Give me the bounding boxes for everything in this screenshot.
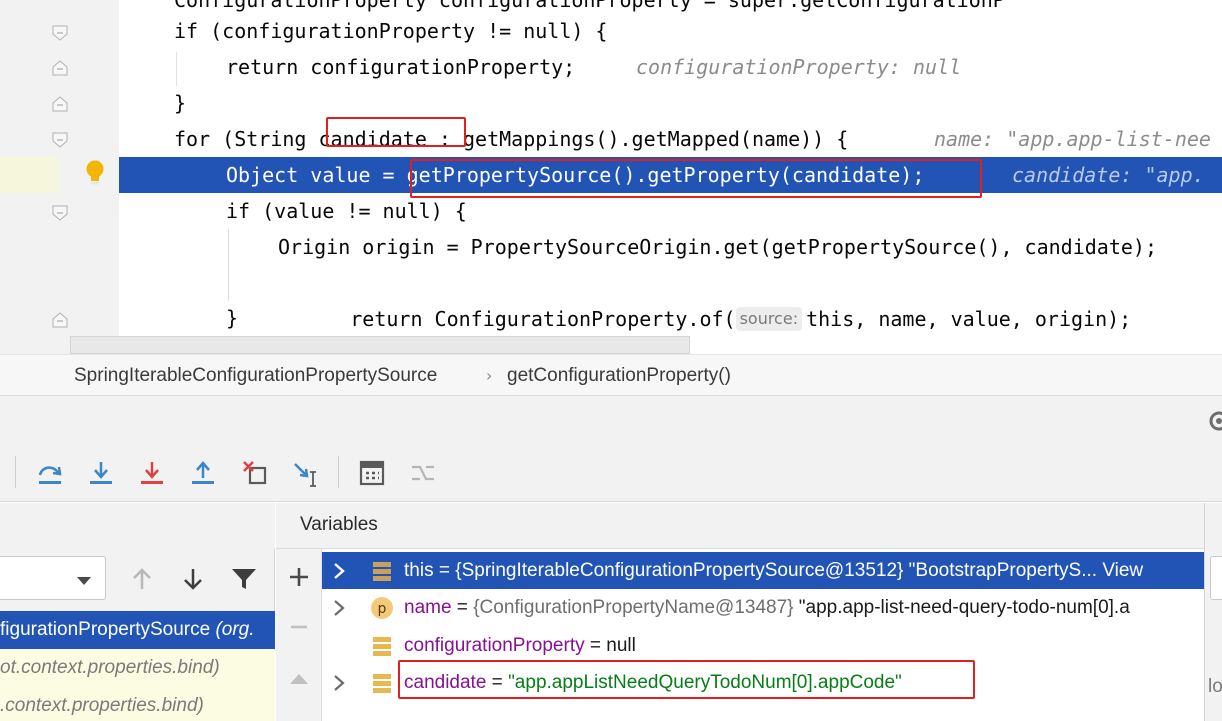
toolbar-separator	[15, 456, 16, 488]
code-line: if (configurationProperty != null) {	[0, 13, 1222, 49]
fold-end-icon[interactable]	[51, 312, 69, 328]
filter-icon[interactable]	[228, 562, 260, 596]
variables-title: Variables	[300, 514, 378, 535]
chevron-down-icon[interactable]	[76, 572, 92, 585]
field-list-icon	[370, 634, 394, 658]
fold-end-icon[interactable]	[51, 60, 69, 76]
chevron-right-icon: ›	[486, 366, 493, 385]
code-text: return configurationProperty;	[226, 55, 576, 79]
variable-name: name	[404, 597, 452, 618]
code-text: Origin origin = PropertySourceOrigin.get…	[278, 235, 1157, 259]
trace-stream-icon[interactable]	[406, 456, 440, 490]
run-to-cursor-icon[interactable]	[289, 456, 323, 490]
lightbulb-icon[interactable]	[84, 159, 106, 187]
move-up-icon[interactable]	[284, 664, 314, 694]
code-text: if (configurationProperty != null) {	[174, 19, 608, 43]
code-text: }	[226, 306, 239, 330]
frames-header	[0, 503, 275, 549]
chevron-right-icon[interactable]	[332, 664, 348, 701]
fold-marker-icon[interactable]	[51, 132, 69, 148]
inline-debug-value: name: "app.app-list-nee	[934, 127, 1211, 151]
variables-header	[276, 503, 1204, 549]
variable-extra: "BootstrapPropertyS... View	[903, 560, 1144, 581]
annotation-box	[326, 117, 466, 147]
frame-label: figurationPropertySource	[0, 619, 211, 640]
right-panel-text: lo	[1208, 676, 1222, 697]
inline-debug-value: candidate: "app.	[1012, 163, 1205, 187]
code-text: }	[174, 91, 187, 115]
field-list-icon	[370, 559, 394, 583]
code-line: if (value != null) {	[0, 193, 1222, 229]
variable-value: {SpringIterableConfigurationPropertySour…	[455, 560, 904, 581]
toolbar-separator	[338, 456, 339, 488]
fold-end-icon[interactable]	[51, 96, 69, 112]
gear-icon[interactable]	[1208, 408, 1222, 434]
code-line: return configurationProperty; configurat…	[0, 49, 1222, 85]
variable-value: {ConfigurationPropertyName@13487}	[473, 597, 794, 618]
debug-tool-window-header	[0, 396, 1222, 444]
breadcrumb: SpringIterableConfigurationPropertySourc…	[0, 354, 1222, 396]
code-line: Origin origin = PropertySourceOrigin.get…	[0, 229, 1222, 265]
calculator-icon[interactable]	[355, 456, 389, 490]
code-text: for (String candidate : getMappings().ge…	[174, 127, 849, 151]
arrow-down-icon[interactable]	[177, 562, 209, 596]
frame-item[interactable]: .context.properties.bind)	[0, 687, 275, 721]
variable-name: configurationProperty	[404, 635, 585, 656]
frame-package: (org.	[215, 619, 255, 640]
inline-debug-value: configurationProperty: null	[636, 55, 962, 79]
chevron-right-icon[interactable]	[332, 552, 348, 589]
remove-watch-icon[interactable]	[284, 612, 314, 642]
parameter-icon: p	[370, 596, 394, 620]
code-editor[interactable]: ConfigurationProperty configurationPrope…	[0, 0, 1222, 354]
execution-point-gutter	[0, 157, 58, 193]
code-line: return ConfigurationProperty.of(source: t…	[0, 265, 1222, 331]
code-line: }	[0, 85, 1222, 121]
frame-label: ot.context.properties.bind)	[0, 657, 220, 678]
equals-sign: =	[584, 635, 607, 656]
step-over-icon[interactable]	[33, 456, 67, 490]
variable-row[interactable]: p name = {ConfigurationPropertyName@1348…	[322, 589, 1204, 626]
breadcrumb-class[interactable]: SpringIterableConfigurationPropertySourc…	[74, 355, 437, 397]
fold-marker-icon[interactable]	[51, 25, 69, 41]
svg-text:p: p	[378, 601, 387, 617]
variable-value: null	[606, 635, 636, 656]
drop-frame-icon[interactable]	[238, 456, 272, 490]
debug-toolbar	[0, 444, 1222, 502]
annotation-box	[410, 159, 982, 198]
arrow-up-icon[interactable]	[126, 562, 158, 596]
force-step-into-icon[interactable]	[135, 456, 169, 490]
variable-row[interactable]: configurationProperty = null	[322, 627, 1204, 664]
step-out-icon[interactable]	[186, 456, 220, 490]
breadcrumb-method[interactable]: getConfigurationProperty()	[507, 355, 731, 397]
frame-label: .context.properties.bind)	[0, 695, 204, 716]
variable-extra: "app.app-list-need-query-todo-num[0].a	[793, 597, 1130, 618]
annotation-box	[398, 660, 975, 699]
horizontal-scrollbar[interactable]	[70, 336, 690, 354]
variable-row[interactable]: this = {SpringIterableConfigurationPrope…	[322, 552, 1204, 589]
code-text: if (value != null) {	[226, 199, 467, 223]
step-into-icon[interactable]	[84, 456, 118, 490]
chevron-right-icon[interactable]	[332, 589, 348, 626]
equals-sign: =	[451, 597, 474, 618]
frame-item[interactable]: ot.context.properties.bind)	[0, 649, 275, 687]
fold-marker-icon[interactable]	[51, 205, 69, 221]
field-list-icon	[370, 671, 394, 695]
right-panel-field[interactable]	[1210, 556, 1222, 600]
variable-name: this	[404, 560, 434, 581]
frame-item[interactable]: figurationPropertySource (org.	[0, 611, 275, 649]
equals-sign: =	[433, 560, 456, 581]
code-line: for (String candidate : getMappings().ge…	[0, 121, 1222, 157]
code-line: }	[0, 300, 1222, 336]
add-watch-icon[interactable]	[284, 562, 314, 592]
